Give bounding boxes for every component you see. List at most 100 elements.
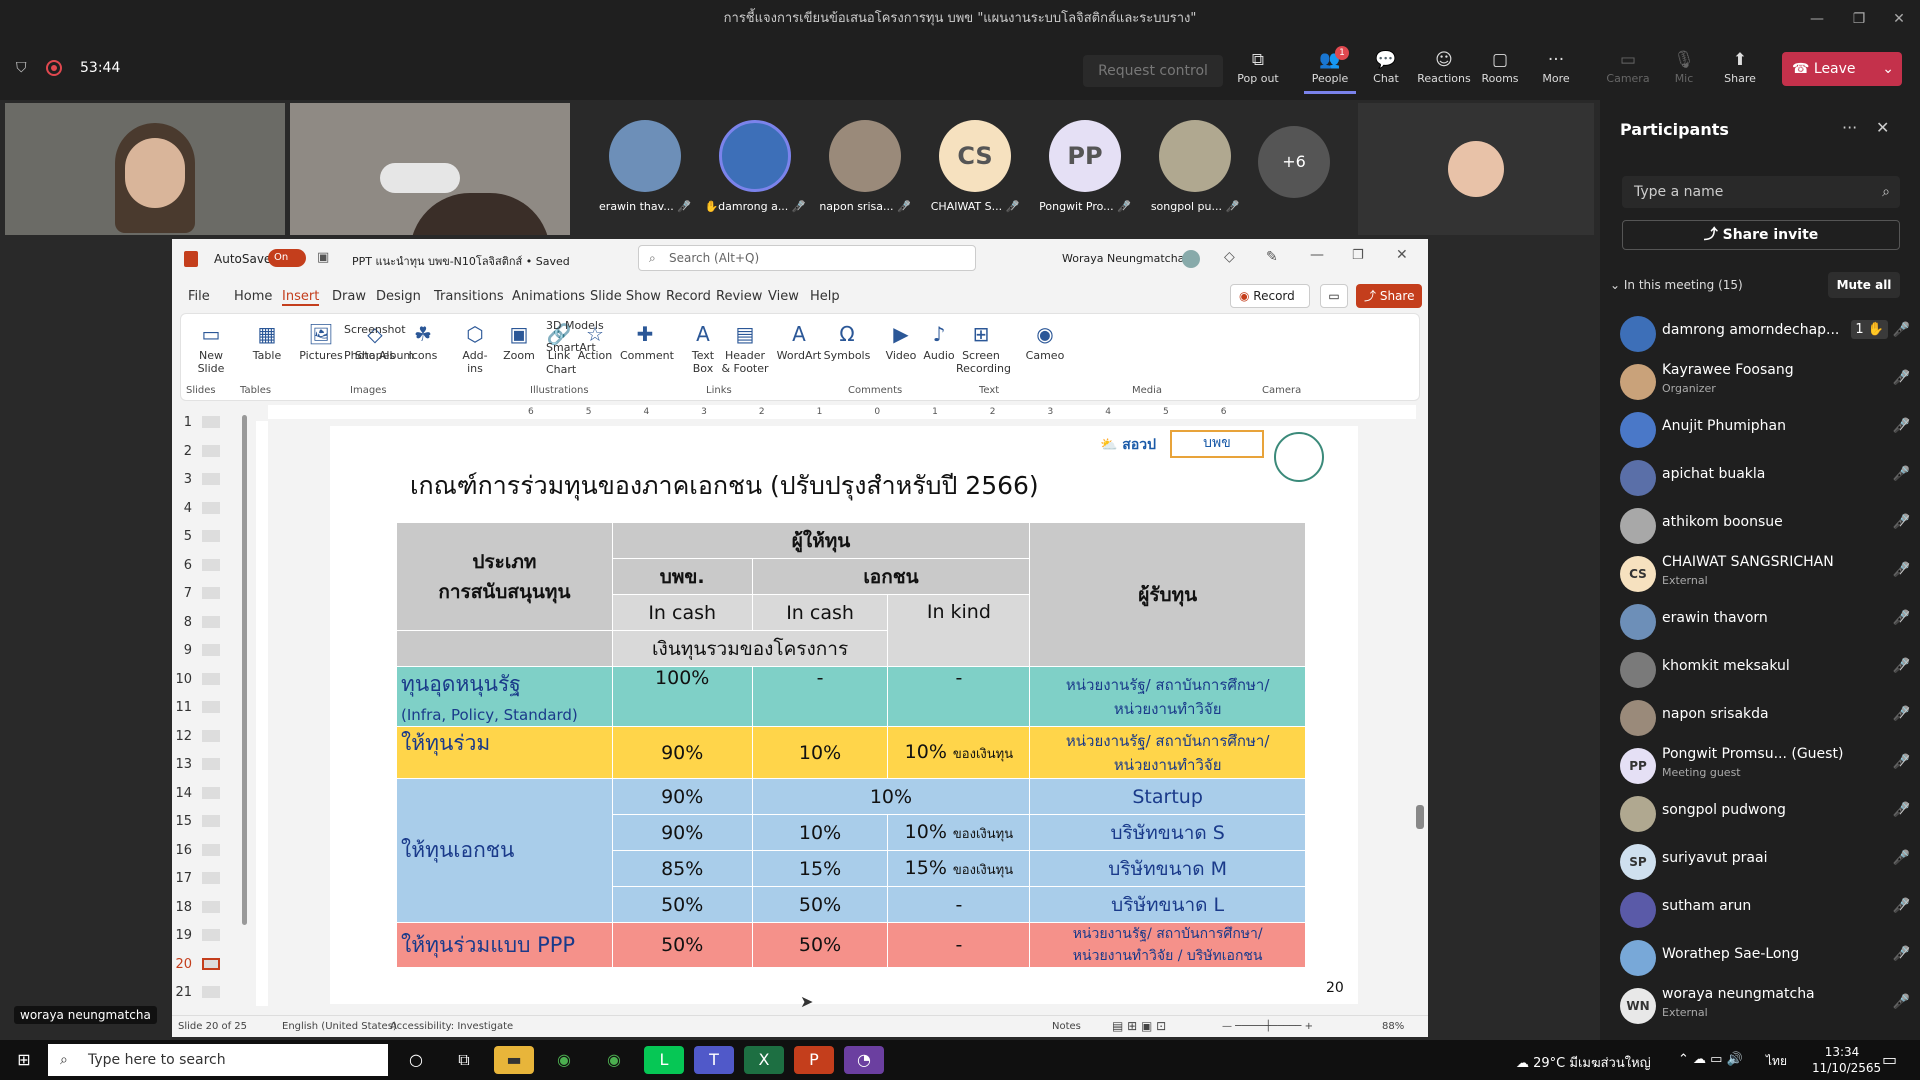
powerpoint-icon[interactable]: P: [794, 1046, 834, 1074]
participant-row[interactable]: SP suriyavut praai 🎤: [1620, 840, 1910, 884]
slide-thumbnail[interactable]: 13: [172, 755, 232, 777]
participant-search-input[interactable]: Type a name ⌕: [1622, 176, 1900, 208]
tab-record[interactable]: Record: [666, 289, 711, 304]
slide-thumbnail[interactable]: 3: [172, 470, 232, 492]
ppt-user-name[interactable]: Woraya Neungmatcha: [1062, 252, 1184, 265]
panel-close-icon[interactable]: ✕: [1876, 118, 1889, 137]
mic-muted-icon[interactable]: 🎤̸: [1893, 562, 1910, 578]
proofing-language[interactable]: English (United States): [282, 1021, 397, 1032]
notes-button[interactable]: Notes: [1052, 1021, 1081, 1032]
slide-canvas[interactable]: ⛅ สอวป บพข เกณฑ์การร่วมทุนของภาคเอกชน (ป…: [330, 426, 1358, 1004]
ribbon-screen-recording-button[interactable]: ⊞ Screen Recording: [956, 319, 1011, 375]
participant-row[interactable]: khomkit meksakul 🎤̸: [1620, 648, 1910, 692]
participant-row[interactable]: Worathep Sae-Long 🎤̸: [1620, 936, 1910, 980]
video-avatar-tile[interactable]: ✋damrong a... 🎤̸: [700, 120, 810, 230]
camera-button[interactable]: ▭ Camera: [1602, 48, 1654, 94]
slide-thumbnail[interactable]: 10: [172, 670, 232, 692]
ppt-search-box[interactable]: ⌕ Search (Alt+Q): [638, 245, 976, 271]
share-invite-button[interactable]: ⤴ Share invite: [1622, 220, 1900, 250]
participant-row[interactable]: damrong amorndechap... 1 ✋ 🎤: [1620, 312, 1910, 356]
participant-row[interactable]: apichat buakla 🎤: [1620, 456, 1910, 500]
more-button[interactable]: ··· More: [1530, 48, 1582, 94]
slide-thumbnail[interactable]: 2: [172, 442, 232, 464]
teams-icon[interactable]: T: [694, 1046, 734, 1074]
participant-row[interactable]: WN woraya neungmatcha External 🎤: [1620, 984, 1910, 1028]
weather-widget[interactable]: ☁ 29°C มีเมฆส่วนใหญ่: [1516, 1052, 1651, 1073]
accessibility-status[interactable]: Accessibility: Investigate: [390, 1021, 513, 1032]
self-video-tile[interactable]: [1358, 103, 1594, 235]
participant-row[interactable]: erawin thavorn 🎤̸: [1620, 600, 1910, 644]
maximize-button[interactable]: ❐: [1838, 0, 1880, 38]
mic-icon[interactable]: 🎤: [1893, 466, 1910, 482]
mic-icon[interactable]: 🎤: [1893, 850, 1910, 866]
slide-thumbnail[interactable]: 4: [172, 499, 232, 521]
ppt-share-button[interactable]: ⤴ Share: [1356, 284, 1422, 308]
chrome-2-icon[interactable]: ◉: [594, 1046, 634, 1074]
video-avatar-tile[interactable]: songpol pu... 🎤̸: [1140, 120, 1250, 230]
participant-row[interactable]: sutham arun 🎤̸: [1620, 888, 1910, 932]
tab-slide-show[interactable]: Slide Show: [590, 289, 661, 304]
slide-thumbnail[interactable]: 16: [172, 841, 232, 863]
windows-start-icon[interactable]: ⊞: [4, 1046, 44, 1074]
tab-view[interactable]: View: [768, 289, 799, 304]
video-avatar-tile[interactable]: PP Pongwit Pro... 🎤̸: [1030, 120, 1140, 230]
ppt-restore-button[interactable]: ❐: [1352, 248, 1364, 263]
diamond-icon[interactable]: ◇: [1224, 249, 1235, 265]
tab-review[interactable]: Review: [716, 289, 762, 304]
video-avatar-tile[interactable]: napon srisa... 🎤̸: [810, 120, 920, 230]
slide-thumbnail[interactable]: 6: [172, 556, 232, 578]
save-icon[interactable]: ▣: [317, 250, 329, 265]
slide-scrollbar[interactable]: [1416, 405, 1428, 1005]
record-button[interactable]: ◉ Record: [1230, 284, 1310, 308]
panel-more-icon[interactable]: ···: [1842, 118, 1857, 137]
slide-thumbnail[interactable]: 21: [172, 983, 232, 1005]
slide-thumbnail[interactable]: 19: [172, 926, 232, 948]
slide-thumbnail[interactable]: 18: [172, 898, 232, 920]
video-tile-1[interactable]: [5, 103, 285, 235]
ribbon-table-button[interactable]: ▦ Table: [242, 319, 292, 362]
mic-muted-icon[interactable]: 🎤̸: [1893, 706, 1910, 722]
thumb-scrollbar[interactable]: [242, 415, 247, 925]
user-avatar[interactable]: [1182, 250, 1200, 268]
view-normal-icon[interactable]: ▤ ⊞ ▣ ⊡: [1112, 1019, 1166, 1033]
taskbar-search-box[interactable]: ⌕ Type here to search: [48, 1044, 388, 1076]
video-avatar-tile[interactable]: CS CHAIWAT S... 🎤̸: [920, 120, 1030, 230]
slide-thumbnail[interactable]: 8: [172, 613, 232, 635]
slide-thumbnail[interactable]: 9: [172, 641, 232, 663]
mic-muted-icon[interactable]: 🎤̸: [1893, 754, 1910, 770]
participant-row[interactable]: Kayrawee Foosang Organizer 🎤̸: [1620, 360, 1910, 404]
mic-muted-icon[interactable]: 🎤̸: [1893, 370, 1910, 386]
app-icon[interactable]: ◔: [844, 1046, 884, 1074]
rooms-button[interactable]: ▢ Rooms: [1474, 48, 1526, 94]
tab-file[interactable]: File: [188, 289, 210, 304]
system-tray-icons[interactable]: ⌃ ☁ ▭ 🔊: [1678, 1052, 1743, 1067]
mic-button[interactable]: 🎙 Mic: [1658, 48, 1710, 94]
leave-button[interactable]: ☎ Leave ⌄: [1782, 52, 1902, 86]
taskbar-clock[interactable]: 13:34 11/10/2565: [1812, 1044, 1881, 1076]
tab-transitions[interactable]: Transitions: [434, 289, 504, 304]
ribbon-cameo-button[interactable]: ◉ Cameo: [1020, 319, 1070, 362]
participant-row[interactable]: CS CHAIWAT SANGSRICHAN External 🎤̸: [1620, 552, 1910, 596]
slide-thumbnail[interactable]: 11: [172, 698, 232, 720]
mic-icon[interactable]: 🎤: [1893, 322, 1910, 338]
tab-design[interactable]: Design: [376, 289, 421, 304]
mic-muted-icon[interactable]: 🎤̸: [1893, 418, 1910, 434]
ribbon-small-button[interactable]: Photo Album: [344, 349, 414, 362]
tab-home[interactable]: Home: [234, 289, 272, 304]
mic-muted-icon[interactable]: 🎤̸: [1893, 658, 1910, 674]
file-explorer-icon[interactable]: ▬: [494, 1046, 534, 1074]
slide-thumbnail[interactable]: 7: [172, 584, 232, 606]
ribbon-comment-button[interactable]: ✚ Comment: [620, 319, 674, 362]
slide-thumbnail[interactable]: 14: [172, 784, 232, 806]
notification-icon[interactable]: ▭: [1882, 1050, 1897, 1069]
video-tile-2[interactable]: [290, 103, 570, 235]
ribbon-small-button[interactable]: Screenshot: [344, 323, 406, 336]
mic-muted-icon[interactable]: 🎤̸: [1893, 946, 1910, 962]
slide-thumbnail[interactable]: 1: [172, 413, 232, 435]
ribbon-symbols-button[interactable]: Ω Symbols: [822, 319, 872, 362]
tab-insert[interactable]: Insert: [282, 289, 320, 306]
participant-row[interactable]: PP Pongwit Promsu... (Guest) Meeting guest…: [1620, 744, 1910, 788]
zoom-level[interactable]: 88%: [1382, 1021, 1404, 1032]
participant-row[interactable]: napon srisakda 🎤̸: [1620, 696, 1910, 740]
chrome-icon[interactable]: ◉: [544, 1046, 584, 1074]
